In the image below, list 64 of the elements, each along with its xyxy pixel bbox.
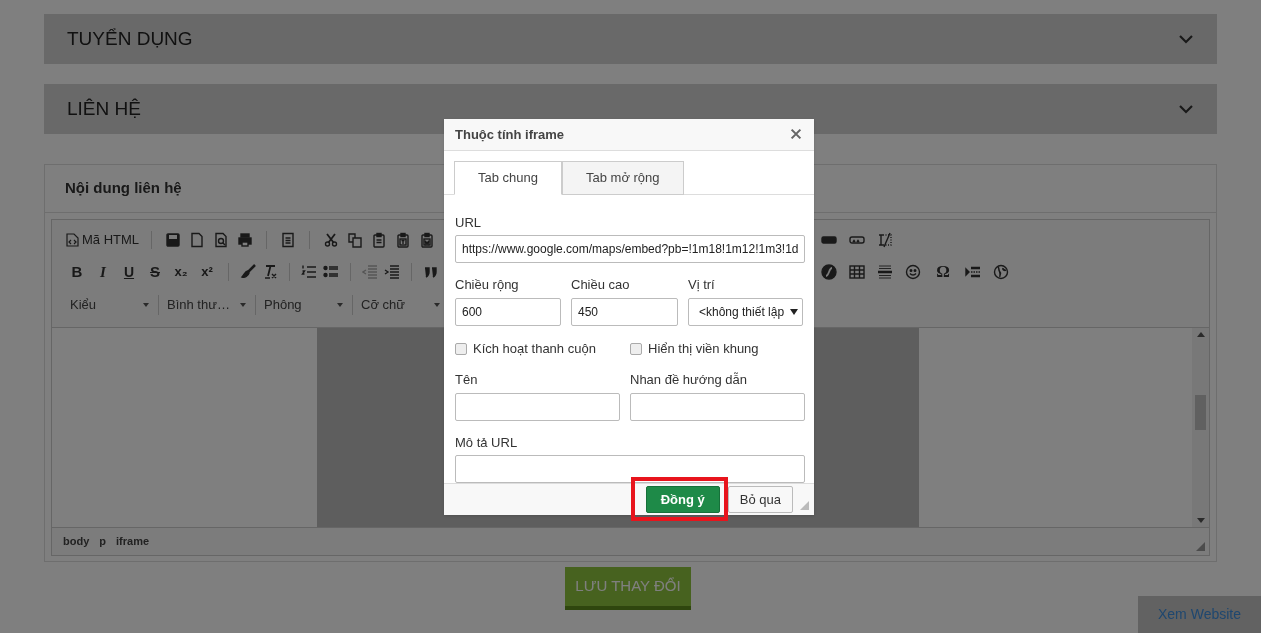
resize-grip-icon[interactable]	[800, 501, 809, 510]
underline-button[interactable]: U	[118, 263, 140, 281]
accordion-title: LIÊN HỆ	[67, 96, 141, 121]
resize-grip-icon[interactable]	[1196, 542, 1205, 551]
scrollbar[interactable]	[1192, 328, 1209, 527]
element-path-link[interactable]: p	[99, 533, 106, 550]
checkbox[interactable]	[630, 342, 642, 355]
accordion-header[interactable]: TUYỂN DỤNG	[44, 14, 1217, 64]
select-dropdown[interactable]: <không thiết lập	[688, 297, 803, 326]
checkbox-label: Kích hoạt thanh cuộn	[473, 339, 596, 358]
element-path-link[interactable]: body	[63, 533, 90, 550]
print-icon[interactable]	[236, 231, 255, 249]
field-label: Chiều cao	[571, 276, 631, 295]
special-character-button[interactable]: Ω	[932, 263, 954, 281]
field-label: Chiều rộng	[455, 276, 520, 295]
field-label: Vị trí	[688, 276, 716, 295]
format-dropdown[interactable]: Kiểu	[66, 295, 154, 315]
format-dropdown[interactable]: Bình thư…	[163, 295, 251, 315]
superscript-button[interactable]: x²	[196, 263, 218, 281]
input-field[interactable]	[630, 392, 805, 421]
input-field[interactable]: https://www.google.com/maps/embed?pb=!1m18!1m12!1m3!1d	[455, 235, 805, 264]
input-field[interactable]	[455, 455, 805, 484]
checkbox[interactable]	[455, 342, 467, 355]
smiley-icon[interactable]	[904, 263, 922, 281]
panel-title: Nội dung liên hệ	[65, 178, 182, 199]
dialog-tab[interactable]: Tab mở rộng	[562, 160, 684, 195]
caret-icon	[240, 303, 246, 307]
hidden-field-icon[interactable]	[876, 231, 894, 249]
element-path-link[interactable]: iframe	[116, 533, 150, 550]
caret-icon	[790, 308, 798, 315]
numbered-list-icon[interactable]	[300, 263, 318, 281]
strikethrough-button[interactable]: S	[144, 263, 166, 281]
table-icon[interactable]	[848, 263, 866, 281]
copy-icon[interactable]	[346, 231, 365, 249]
subscript-button[interactable]: x₂	[170, 263, 192, 281]
html-source-icon	[66, 233, 79, 247]
save-icon[interactable]	[164, 231, 183, 249]
italic-button[interactable]: I	[92, 263, 114, 281]
caret-icon	[143, 303, 149, 307]
format-dropdown[interactable]: Phông	[260, 295, 348, 315]
field-label: Mô tả URL	[455, 433, 519, 452]
indent-icon[interactable]	[383, 263, 401, 281]
confirm-button[interactable]: Đồng ý	[645, 486, 720, 514]
bold-button[interactable]: B	[66, 263, 88, 281]
caret-icon	[337, 303, 343, 307]
field-label: Tên	[455, 371, 479, 390]
field-label: URL	[455, 213, 482, 232]
cancel-button[interactable]: Bỏ qua	[727, 486, 793, 514]
horizontal-line-icon[interactable]	[876, 263, 894, 281]
flash-icon[interactable]	[820, 263, 838, 281]
checkbox-label: Hiển thị viền khung	[648, 339, 759, 358]
format-dropdown[interactable]: Cỡ chữ	[357, 295, 445, 315]
caret-icon	[434, 303, 440, 307]
input-field[interactable]: 450	[571, 297, 678, 326]
field-label: Nhan đề hướng dẫn	[630, 371, 748, 390]
scroll-up-icon[interactable]	[1196, 332, 1205, 337]
globe-icon[interactable]	[992, 263, 1010, 281]
source-button[interactable]: Mã HTML	[66, 230, 140, 250]
input-field[interactable]	[455, 392, 620, 421]
dialog-tab[interactable]: Tab chung	[454, 160, 562, 195]
accordion-title: TUYỂN DỤNG	[67, 26, 193, 51]
input-field[interactable]: 600	[455, 297, 561, 326]
paint-brush-icon[interactable]	[239, 263, 257, 281]
scrollbar-thumb[interactable]	[1195, 395, 1206, 430]
